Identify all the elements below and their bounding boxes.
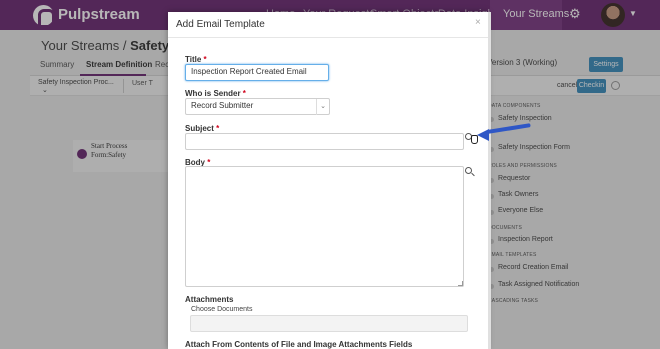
subject-input[interactable] (185, 133, 464, 150)
dialog-divider (168, 37, 488, 38)
required-marker: * (216, 124, 220, 133)
body-textarea[interactable] (185, 166, 464, 287)
attachments-label: Attachments (185, 295, 234, 304)
body-search-icon[interactable] (465, 167, 472, 174)
dialog-title: Add Email Template (176, 19, 265, 30)
chevron-down-icon[interactable]: ⌄ (316, 99, 329, 115)
dialog-scrollbar[interactable] (488, 12, 491, 349)
title-label-text: Title (185, 55, 202, 64)
choose-documents-field[interactable] (190, 315, 468, 332)
subject-label-text: Subject (185, 124, 214, 133)
attach-fields-label: Attach From Contents of File and Image A… (185, 340, 413, 349)
required-marker: * (203, 55, 207, 64)
title-input[interactable]: Inspection Report Created Email (185, 64, 329, 81)
sender-label: Who is Sender * (185, 89, 246, 98)
arrow-pointer-head (477, 129, 489, 141)
close-icon[interactable]: × (475, 17, 481, 28)
subject-label: Subject * (185, 124, 219, 133)
sender-label-text: Who is Sender (185, 89, 241, 98)
required-marker: * (242, 89, 246, 98)
sender-select[interactable]: Record Submitter (185, 98, 330, 115)
choose-documents-label: Choose Documents (191, 306, 253, 313)
title-label: Title * (185, 55, 207, 64)
hand-cursor-icon (471, 135, 478, 144)
resize-handle-icon[interactable] (458, 281, 463, 286)
